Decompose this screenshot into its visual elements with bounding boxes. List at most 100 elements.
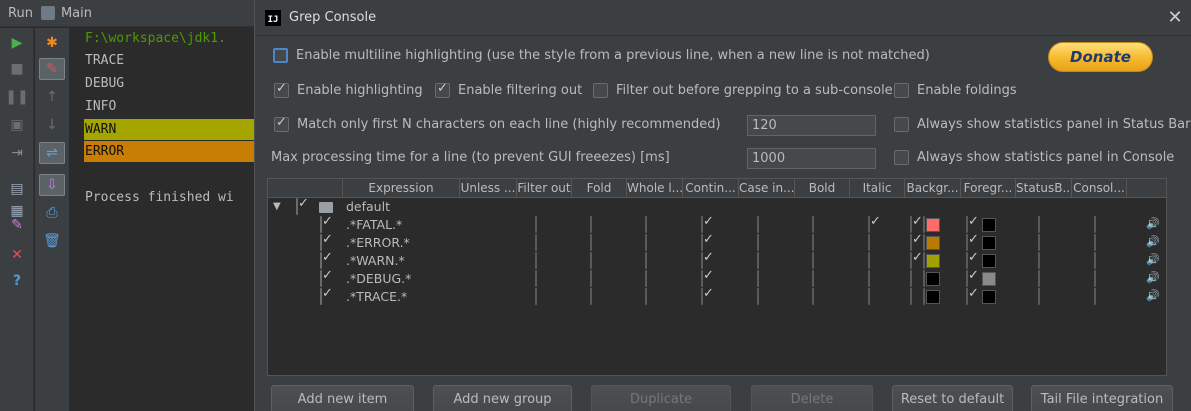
sound-icon[interactable]: 🔊	[1146, 217, 1160, 230]
fold-checkbox[interactable]	[645, 252, 647, 269]
filter-out-checkbox[interactable]	[590, 234, 592, 251]
status-bar-checkbox[interactable]	[1038, 270, 1040, 287]
console-checkbox[interactable]	[1094, 216, 1096, 233]
bold-checkbox[interactable]	[868, 270, 870, 287]
run-tab-label[interactable]: Run	[8, 6, 33, 21]
whole-line-checkbox[interactable]	[701, 252, 703, 269]
always-status-bar-option[interactable]: Always show statistics panel in Status B…	[894, 117, 1190, 132]
clear-trash-icon[interactable]: 🗑	[39, 230, 65, 252]
expression-text[interactable]: .*DEBUG.*	[346, 270, 411, 288]
add-new-item-button[interactable]: Add new item	[271, 385, 414, 411]
column-header-fold[interactable]: Fold	[572, 179, 627, 198]
filter-out-checkbox[interactable]	[590, 288, 592, 305]
fold-checkbox[interactable]	[645, 270, 647, 287]
expression-text[interactable]: .*FATAL.*	[346, 216, 402, 234]
bold-checkbox[interactable]	[868, 216, 870, 233]
always-console-checkbox[interactable]	[894, 150, 909, 165]
foldings-checkbox[interactable]	[894, 83, 909, 98]
column-header-unless[interactable]: Unless ...	[460, 179, 517, 198]
group-row[interactable]: ▼ default	[268, 198, 1166, 216]
foreground-checkbox[interactable]	[966, 216, 968, 233]
up-arrow-icon[interactable]: ↑	[39, 86, 65, 108]
column-header-bold[interactable]: Bold	[795, 179, 850, 198]
foldings-option[interactable]: Enable foldings	[894, 83, 1017, 98]
whole-line-checkbox[interactable]	[701, 270, 703, 287]
whole-line-checkbox[interactable]	[701, 234, 703, 251]
status-bar-checkbox[interactable]	[1038, 234, 1040, 251]
foreground-color-swatch[interactable]	[982, 236, 996, 250]
table-row[interactable]: .*FATAL.* 🔊	[268, 216, 1166, 234]
help-icon[interactable]: ?	[4, 270, 30, 292]
background-color-swatch[interactable]	[926, 236, 940, 250]
print-icon[interactable]: ⎙	[39, 202, 65, 224]
filtering-option[interactable]: Enable filtering out	[435, 81, 582, 98]
table-row[interactable]: .*ERROR.* 🔊	[268, 234, 1166, 252]
duplicate-button[interactable]: Duplicate	[591, 385, 731, 411]
multiline-option[interactable]: Enable multiline highlighting (use the s…	[273, 48, 930, 63]
column-header-console[interactable]: Consol...	[1072, 179, 1127, 198]
tree-collapse-icon[interactable]: ▼	[273, 198, 281, 216]
column-header-whole-line[interactable]: Whole l...	[627, 179, 683, 198]
status-bar-checkbox[interactable]	[1038, 252, 1040, 269]
filter-before-grep-option[interactable]: Filter out before grepping to a sub-cons…	[593, 83, 893, 98]
restore-layout-icon[interactable]: ⇥	[4, 142, 30, 164]
case-insensitive-checkbox[interactable]	[812, 216, 814, 233]
unless-checkbox[interactable]	[535, 270, 537, 287]
match-first-n-input[interactable]: 120	[747, 115, 876, 136]
table-row[interactable]: .*TRACE.* 🔊	[268, 288, 1166, 306]
sound-icon[interactable]: 🔊	[1146, 289, 1160, 302]
continue-checkbox[interactable]	[757, 288, 759, 305]
reset-to-default-button[interactable]: Reset to default	[892, 385, 1013, 411]
column-header-case-insensitive[interactable]: Case in...	[739, 179, 795, 198]
console-checkbox[interactable]	[1094, 270, 1096, 287]
table-row[interactable]: .*WARN.* 🔊	[268, 252, 1166, 270]
highlighting-option[interactable]: Enable highlighting	[274, 81, 423, 98]
dialog-close-button[interactable]: ✕	[1166, 9, 1184, 27]
expression-text[interactable]: .*TRACE.*	[346, 288, 407, 306]
grep-console-icon[interactable]: ✎	[39, 58, 65, 80]
background-checkbox[interactable]	[910, 288, 912, 305]
bold-checkbox[interactable]	[868, 288, 870, 305]
background-color-swatch[interactable]	[926, 218, 940, 232]
case-insensitive-checkbox[interactable]	[812, 288, 814, 305]
scroll-to-end-icon[interactable]: ⇩	[39, 174, 65, 196]
continue-checkbox[interactable]	[757, 216, 759, 233]
console-checkbox[interactable]	[1094, 288, 1096, 305]
continue-checkbox[interactable]	[757, 252, 759, 269]
debug-bug-icon[interactable]: ✱	[39, 32, 65, 54]
rerun-icon[interactable]: ▶	[4, 32, 30, 54]
foreground-checkbox[interactable]	[966, 288, 968, 305]
down-arrow-icon[interactable]: ↓	[39, 114, 65, 136]
continue-checkbox[interactable]	[757, 234, 759, 251]
background-checkbox[interactable]	[910, 234, 912, 251]
multiline-checkbox[interactable]	[273, 48, 288, 63]
delete-button[interactable]: Delete	[751, 385, 873, 411]
foreground-color-swatch[interactable]	[982, 254, 996, 268]
column-header-continue[interactable]: Contin...	[683, 179, 739, 198]
unless-checkbox[interactable]	[535, 252, 537, 269]
pause-icon[interactable]: ❚❚	[4, 86, 30, 108]
background-color-swatch[interactable]	[926, 272, 940, 286]
foreground-checkbox[interactable]	[966, 252, 968, 269]
column-header-expression[interactable]: Expression	[343, 179, 460, 198]
match-first-n-checkbox[interactable]	[274, 115, 289, 132]
always-console-option[interactable]: Always show statistics panel in Console	[894, 150, 1174, 165]
match-first-n-option[interactable]: Match only first N characters on each li…	[274, 115, 721, 132]
continue-checkbox[interactable]	[757, 270, 759, 287]
status-bar-checkbox[interactable]	[1038, 216, 1040, 233]
filtering-checkbox[interactable]	[435, 81, 450, 98]
highlighting-checkbox[interactable]	[274, 81, 289, 98]
unless-checkbox[interactable]	[535, 234, 537, 251]
case-insensitive-checkbox[interactable]	[812, 252, 814, 269]
settings-icon[interactable]: ▤	[4, 178, 30, 200]
row-enabled-checkbox[interactable]	[320, 270, 322, 287]
foreground-color-swatch[interactable]	[982, 218, 996, 232]
case-insensitive-checkbox[interactable]	[812, 234, 814, 251]
console-checkbox[interactable]	[1094, 252, 1096, 269]
donate-button[interactable]: Donate	[1048, 42, 1153, 72]
table-row[interactable]: .*DEBUG.* 🔊	[268, 270, 1166, 288]
filter-out-checkbox[interactable]	[590, 270, 592, 287]
sound-icon[interactable]: 🔊	[1146, 271, 1160, 284]
status-bar-checkbox[interactable]	[1038, 288, 1040, 305]
expression-text[interactable]: .*ERROR.*	[346, 234, 410, 252]
